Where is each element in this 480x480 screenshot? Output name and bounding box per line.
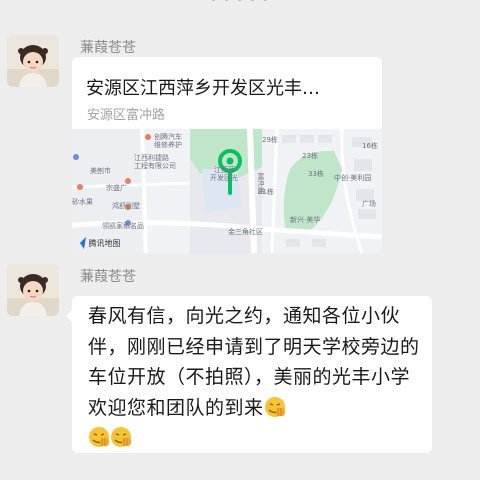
location-card[interactable]: 安源区江西萍乡开发区光丰… 安源区富冲路 创腾汽车 维修养护 江西利捷路 工程有… — [72, 57, 382, 253]
avatar[interactable] — [7, 35, 59, 87]
emoji-line — [88, 423, 424, 453]
avatar[interactable] — [7, 264, 59, 316]
map-label: 16栋 — [362, 142, 378, 150]
map-label: 中创·美利园 — [334, 174, 372, 182]
map-label: 美刨市 — [90, 167, 111, 175]
map-label: 新兴·美华 — [290, 216, 321, 224]
sender-name: 蒹葭苍苍 — [80, 269, 136, 285]
location-title: 安源区江西萍乡开发区光丰… — [86, 78, 320, 99]
sender-name: 蒹葭苍苍 — [80, 40, 136, 56]
chat-message-location: 蒹葭苍苍 安源区江西萍乡开发区光丰… 安源区富冲路 创腾汽车 维修养护 江西利捷… — [0, 0, 480, 260]
map-label: 砂水果 — [72, 198, 93, 206]
location-address: 安源区富冲路 — [87, 108, 166, 123]
map-credit: 腾讯地图 — [78, 238, 121, 249]
map-label: 工程有限公司 — [134, 162, 176, 170]
map-label: 23栋 — [302, 152, 318, 160]
map-label: 领凯家私名品 — [102, 222, 144, 230]
map-label: 广场 — [362, 200, 376, 208]
map-label: 鸿舒别墅 — [112, 202, 140, 210]
location-map[interactable]: 创腾汽车 维修养护 江西利捷路 工程有限公司 美刨市 江西萍 开发区光 29栋 … — [72, 129, 382, 253]
fist-salute-emoji-icon — [110, 426, 132, 448]
message-bubble[interactable]: 春风有信，向光之约，通知各位小伙伴，刚刚已经申请到了明天学校旁边的车位开放（不拍… — [66, 296, 432, 453]
message-text-content: 春风有信，向光之约，通知各位小伙伴，刚刚已经申请到了明天学校旁边的车位开放（不拍… — [88, 305, 420, 419]
map-credit-label: 腾讯地图 — [88, 239, 121, 248]
map-label: 31栋 — [258, 188, 274, 196]
map-label: 29栋 — [262, 136, 278, 144]
message-text: 春风有信，向光之约，通知各位小伙伴，刚刚已经申请到了明天学校旁边的车位开放（不拍… — [88, 301, 424, 453]
map-label: 金三角社区 — [228, 228, 263, 236]
map-label: 维修养护 — [154, 141, 182, 149]
map-label: 开发区光 — [210, 174, 238, 182]
fist-salute-emoji-icon — [264, 396, 286, 418]
map-label: 宗盛广 — [106, 184, 127, 192]
fist-salute-emoji-icon — [88, 426, 110, 448]
map-label: 33栋 — [308, 170, 324, 178]
